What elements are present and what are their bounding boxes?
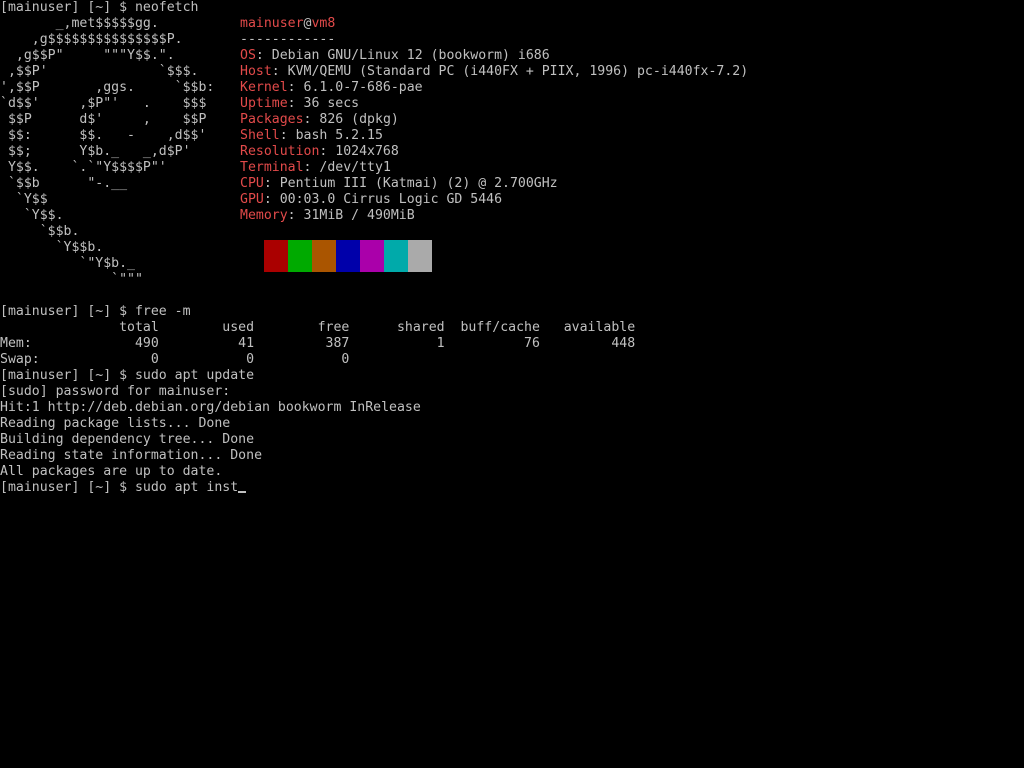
neofetch-info-key: Packages <box>240 112 304 127</box>
neofetch-info-key: OS <box>240 48 256 63</box>
terminal-screen[interactable]: [mainuser] [~] $ neofetch _,met$$$$$gg. … <box>0 0 1024 768</box>
color-swatch <box>360 240 384 272</box>
apt-output-line: All packages are up to date. <box>0 464 223 479</box>
debian-logo-line: _,met$$$$$gg. <box>0 16 159 31</box>
neofetch-info-row: GPU: 00:03.0 Cirrus Logic GD 5446 <box>240 192 502 208</box>
neofetch-info-key: Memory <box>240 208 288 223</box>
apt-output-line: Reading state information... Done <box>0 448 263 463</box>
neofetch-info-colon: : <box>303 160 320 175</box>
neofetch-info-row: Resolution: 1024x768 <box>240 144 399 160</box>
apt-update-command-line: [mainuser] [~] $ sudo apt update <box>0 368 255 383</box>
color-swatch <box>264 240 288 272</box>
debian-logo-line: `Y$$. <box>0 208 64 223</box>
neofetch-info-key: Terminal <box>240 160 304 175</box>
neofetch-command-line: [mainuser] [~] $ neofetch <box>0 0 199 15</box>
neofetch-user-host: mainuser@vm8 <box>240 16 335 32</box>
neofetch-color-palette <box>240 240 432 272</box>
neofetch-info-colon: : <box>287 208 304 223</box>
debian-logo-line: $$; Y$b._ _,d$P' <box>0 144 191 159</box>
free-header-row: total used free shared buff/cache availa… <box>0 320 636 335</box>
neofetch-info-colon: : <box>287 80 304 95</box>
color-swatch <box>312 240 336 272</box>
neofetch-hostname: vm8 <box>311 16 336 31</box>
apt-output-line: Hit:1 http://deb.debian.org/debian bookw… <box>0 400 421 415</box>
neofetch-info-value: /dev/tty1 <box>319 160 391 175</box>
debian-logo-line: `$$b. <box>0 224 80 239</box>
neofetch-info-key: Shell <box>240 128 280 143</box>
debian-logo-line: ',$$P ,ggs. `$$b: <box>0 80 215 95</box>
neofetch-info-row: Shell: bash 5.2.15 <box>240 128 383 144</box>
neofetch-info-row: Kernel: 6.1.0-7-686-pae <box>240 80 423 96</box>
apt-output-line: Building dependency tree... Done <box>0 432 255 447</box>
color-swatch <box>240 240 264 272</box>
neofetch-info-value: 1024x768 <box>335 144 399 159</box>
neofetch-info-row: Uptime: 36 secs <box>240 96 359 112</box>
color-swatch <box>384 240 408 272</box>
free-command-line: [mainuser] [~] $ free -m <box>0 304 191 319</box>
neofetch-info-value: 6.1.0-7-686-pae <box>303 80 423 95</box>
text-cursor <box>238 491 247 493</box>
neofetch-info-value: 826 (dpkg) <box>319 112 399 127</box>
neofetch-info-key: GPU <box>240 192 264 207</box>
neofetch-info-value: 00:03.0 Cirrus Logic GD 5446 <box>279 192 503 207</box>
debian-logo-line: $$: $$. - ,d$$' <box>0 128 207 143</box>
command-input-line[interactable]: [mainuser] [~] $ sudo apt inst <box>0 480 247 496</box>
neofetch-info-colon: : <box>263 176 280 191</box>
neofetch-info-value: KVM/QEMU (Standard PC (i440FX + PIIX, 19… <box>287 64 749 79</box>
neofetch-info-value: 36 secs <box>303 96 360 111</box>
neofetch-info-colon: : <box>303 112 320 127</box>
neofetch-info-row: Memory: 31MiB / 490MiB <box>240 208 415 224</box>
debian-logo-line: ,g$$P" """Y$$.". <box>0 48 175 63</box>
debian-logo-line: ,$$P' `$$$. <box>0 64 199 79</box>
command-input-text[interactable]: [mainuser] [~] $ sudo apt inst <box>0 480 238 495</box>
debian-logo-line: `"Y$b._ <box>0 256 135 271</box>
color-swatch <box>408 240 432 272</box>
color-swatch <box>336 240 360 272</box>
neofetch-info-value: Debian GNU/Linux 12 (bookworm) i686 <box>271 48 550 63</box>
apt-output-line: [sudo] password for mainuser: <box>0 384 231 399</box>
neofetch-info-value: Pentium III (Katmai) (2) @ 2.700GHz <box>279 176 558 191</box>
neofetch-info-key: CPU <box>240 176 264 191</box>
neofetch-info-row: Host: KVM/QEMU (Standard PC (i440FX + PI… <box>240 64 748 80</box>
neofetch-username: mainuser <box>240 16 304 31</box>
debian-logo-line: `Y$$ <box>0 192 48 207</box>
debian-logo-line: $$P d$' , $$P <box>0 112 207 127</box>
neofetch-info-row: OS: Debian GNU/Linux 12 (bookworm) i686 <box>240 48 550 64</box>
debian-logo-line: `""" <box>0 272 143 287</box>
neofetch-info-colon: : <box>263 192 280 207</box>
neofetch-info-key: Kernel <box>240 80 288 95</box>
neofetch-separator: ------------ <box>240 32 336 47</box>
debian-logo-line: Y$$. `.`"Y$$$$P"' <box>0 160 167 175</box>
debian-logo-line: `d$$' ,$P"' . $$$ <box>0 96 207 111</box>
free-swap-row: Swap: 0 0 0 <box>0 352 350 367</box>
apt-output-line: Reading package lists... Done <box>0 416 231 431</box>
neofetch-info-key: Resolution <box>240 144 320 159</box>
neofetch-info-value: bash 5.2.15 <box>295 128 383 143</box>
debian-logo-line: `Y$$b. <box>0 240 104 255</box>
neofetch-info-key: Uptime <box>240 96 288 111</box>
neofetch-info-key: Host <box>240 64 272 79</box>
neofetch-info-value: 31MiB / 490MiB <box>303 208 415 223</box>
neofetch-info-row: CPU: Pentium III (Katmai) (2) @ 2.700GHz <box>240 176 558 192</box>
neofetch-info-colon: : <box>271 64 288 79</box>
neofetch-info-row: Terminal: /dev/tty1 <box>240 160 391 176</box>
debian-logo-line: `$$b "-.__ <box>0 176 128 191</box>
color-swatch <box>288 240 312 272</box>
neofetch-info-colon: : <box>279 128 296 143</box>
free-mem-row: Mem: 490 41 387 1 76 448 <box>0 336 636 351</box>
neofetch-info-colon: : <box>319 144 336 159</box>
debian-logo-line: ,g$$$$$$$$$$$$$$$P. <box>0 32 183 47</box>
neofetch-info-colon: : <box>287 96 304 111</box>
neofetch-info-row: Packages: 826 (dpkg) <box>240 112 399 128</box>
neofetch-info-colon: : <box>255 48 272 63</box>
